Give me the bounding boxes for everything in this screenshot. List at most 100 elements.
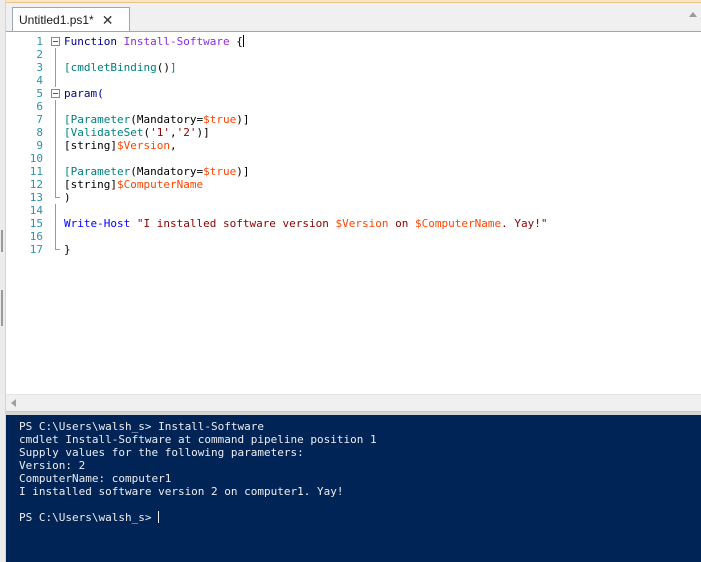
line-number: 14 [29, 204, 43, 217]
collapse-icon[interactable] [51, 37, 60, 46]
fold-gutter [50, 178, 62, 191]
collapse-icon[interactable] [51, 89, 60, 98]
fold-gutter [50, 48, 62, 61]
line-number: 4 [36, 74, 43, 87]
code-line[interactable]: 10 [6, 152, 701, 165]
line-number: 2 [36, 48, 43, 61]
line-number: 3 [36, 61, 43, 74]
code-token: '2' [176, 126, 197, 139]
console-text: I installed software version 2 on comput… [19, 485, 344, 498]
fold-gutter [50, 87, 62, 100]
line-number: 13 [29, 191, 43, 204]
console-text: ComputerName: computer1 [19, 472, 172, 485]
fold-gutter [50, 243, 62, 256]
fold-gutter [50, 152, 62, 165]
code-token: '1' [150, 126, 170, 139]
line-number: 16 [29, 230, 43, 243]
code-text: Function Install-Software { [64, 35, 244, 48]
code-token: [string] [64, 139, 117, 152]
code-token: [Parameter [64, 165, 131, 178]
horizontal-scrollbar[interactable] [6, 394, 701, 411]
code-line[interactable]: 8 [ValidateSet('1','2')] [6, 126, 701, 139]
fold-gutter [50, 113, 62, 126]
code-line[interactable]: 12 [string]$ComputerName [6, 178, 701, 191]
fold-gutter [50, 61, 62, 74]
code-token: [Parameter [64, 113, 131, 126]
line-number: 10 [29, 152, 43, 165]
line-number: 17 [29, 243, 43, 256]
code-line[interactable]: 13) [6, 191, 701, 204]
code-line[interactable]: 1 Function Install-Software { [6, 35, 701, 48]
code-text: Write-Host "I installed software version… [64, 217, 547, 230]
fold-gutter [50, 100, 62, 113]
code-text: ) [64, 191, 71, 204]
code-line[interactable]: 4 [6, 74, 701, 87]
code-token: [string] [64, 178, 117, 191]
fold-gutter [50, 230, 62, 243]
code-text: [string]$Version, [64, 139, 177, 152]
code-text: param( [64, 87, 104, 100]
scroll-left-icon[interactable] [11, 399, 16, 407]
tab-untitled1[interactable]: Untitled1.ps1* ✕ [12, 7, 130, 32]
code-token: )] [236, 165, 250, 178]
code-token: $ComputerName [116, 178, 204, 191]
code-line[interactable]: 5 param( [6, 87, 701, 100]
code-line[interactable]: 2 [6, 48, 701, 61]
code-line[interactable]: 16 [6, 230, 701, 243]
chevron-up-icon[interactable] [689, 12, 697, 17]
line-number: 9 [36, 139, 43, 152]
console-pane[interactable]: PS C:\Users\walsh_s> Install-Software cmd… [6, 415, 701, 562]
code-token: } [64, 243, 71, 256]
code-token: $ComputerName [415, 217, 502, 230]
code-token: , [169, 139, 177, 152]
code-token: (Mandatory= [130, 113, 204, 126]
code-token: [cmdletBinding [64, 61, 157, 74]
code-token: [ValidateSet [64, 126, 144, 139]
tab-strip-accent [6, 0, 701, 3]
console-text: Version: 2 [19, 459, 86, 472]
code-token: )] [236, 113, 250, 126]
code-token: , [169, 126, 177, 139]
fold-gutter [50, 217, 62, 230]
console-text: cmdlet Install-Software at command pipel… [19, 433, 377, 446]
fold-gutter [50, 74, 62, 87]
code-token: Function [64, 35, 124, 48]
code-line[interactable]: 6 [6, 100, 701, 113]
line-number: 15 [29, 217, 43, 230]
fold-gutter [50, 204, 62, 217]
code-token: { [229, 35, 243, 48]
console-line: I installed software version 2 on comput… [19, 485, 344, 498]
code-token: Write-Host [64, 217, 137, 230]
code-line[interactable]: 9 [string]$Version, [6, 139, 701, 152]
console-line: cmdlet Install-Software at command pipel… [19, 433, 377, 446]
code-token: )] [196, 126, 210, 139]
script-editor[interactable]: 1 Function Install-Software {2 3 [cmdletBin… [6, 32, 701, 394]
close-icon[interactable]: ✕ [102, 13, 114, 27]
edge-mark [1, 290, 3, 326]
code-line[interactable]: 15 Write-Host "I installed software versi… [6, 217, 701, 230]
fold-gutter [50, 126, 62, 139]
code-text: [Parameter(Mandatory=$true)] [64, 165, 249, 178]
code-token: Install-Software [123, 35, 230, 48]
code-line[interactable]: 11 [Parameter(Mandatory=$true)] [6, 165, 701, 178]
code-line[interactable]: 17} [6, 243, 701, 256]
console-line: PS C:\Users\walsh_s> [19, 511, 160, 524]
console-text: Supply values for the following paramete… [19, 446, 304, 459]
code-token: ] [169, 61, 177, 74]
line-number: 5 [36, 87, 43, 100]
line-number: 8 [36, 126, 43, 139]
console-text: PS C:\Users\walsh_s> Install-Software [19, 420, 265, 433]
code-line[interactable]: 3 [cmdletBinding()] [6, 61, 701, 74]
code-text: [ValidateSet('1','2')] [64, 126, 210, 139]
fold-gutter [50, 139, 62, 152]
text-caret [242, 35, 244, 47]
edge-mark [1, 230, 3, 252]
fold-gutter [50, 35, 62, 48]
code-text: } [64, 243, 71, 256]
code-line[interactable]: 14 [6, 204, 701, 217]
code-token: ) [64, 191, 71, 204]
code-line[interactable]: 7 [Parameter(Mandatory=$true)] [6, 113, 701, 126]
code-token: "I installed software version [136, 217, 336, 230]
code-token: (Mandatory= [130, 165, 204, 178]
code-token: $true [203, 165, 237, 178]
